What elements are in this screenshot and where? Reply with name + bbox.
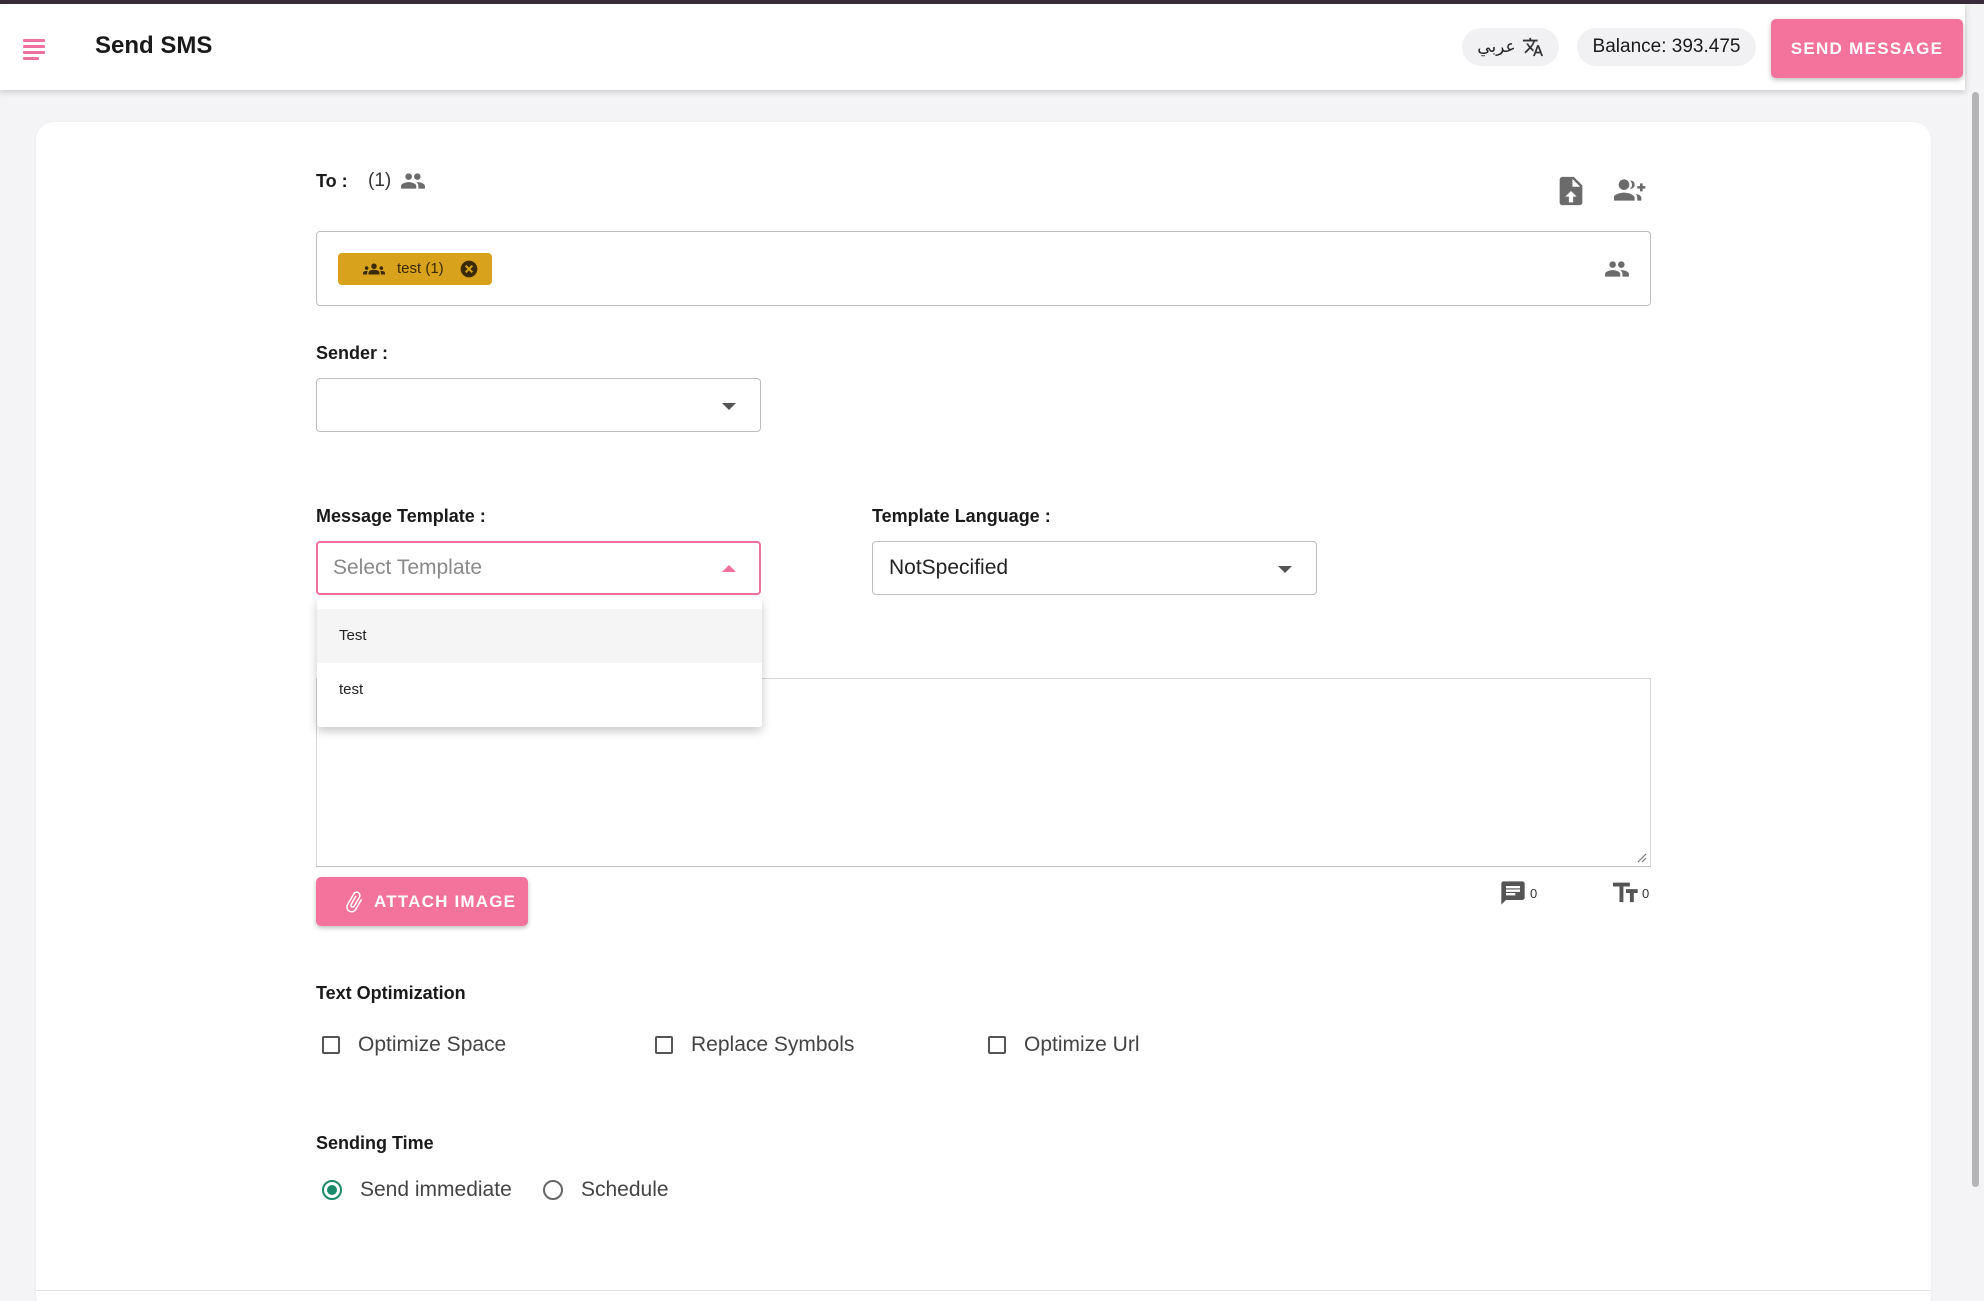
chevron-down-icon: [722, 403, 736, 410]
message-template-select[interactable]: Select Template: [316, 541, 761, 595]
message-template-label: Message Template :: [316, 506, 486, 526]
attach-image-label: ATTACH IMAGE: [374, 891, 517, 911]
language-label: عربي: [1477, 37, 1516, 56]
add-group-icon[interactable]: [1614, 174, 1650, 206]
template-option[interactable]: Test: [317, 609, 762, 663]
checkbox-box[interactable]: [655, 1036, 673, 1054]
replace-symbols-checkbox[interactable]: Replace Symbols: [655, 1033, 854, 1057]
template-option[interactable]: test: [317, 663, 762, 717]
template-placeholder: Select Template: [333, 556, 483, 579]
character-count: 0: [1642, 886, 1650, 901]
checkbox-box[interactable]: [322, 1036, 340, 1054]
contacts-icon[interactable]: [1603, 256, 1631, 282]
group-icon: [401, 173, 425, 189]
groups-icon: [363, 263, 385, 275]
radio-button[interactable]: [543, 1180, 563, 1200]
recipients-input[interactable]: [316, 231, 1651, 306]
attach-image-button[interactable]: ATTACH IMAGE: [316, 877, 528, 926]
optimize-space-checkbox[interactable]: Optimize Space: [322, 1033, 506, 1057]
radio-button[interactable]: [322, 1180, 342, 1200]
message-count: 0: [1530, 886, 1538, 901]
translate-icon: [1522, 37, 1543, 57]
schedule-radio[interactable]: Schedule: [543, 1178, 669, 1202]
sender-select[interactable]: [316, 378, 761, 432]
text-optimization-label: Text Optimization: [316, 983, 466, 1003]
paperclip-icon: [346, 890, 363, 913]
template-language-select[interactable]: NotSpecified: [872, 541, 1317, 595]
balance-badge: Balance: 393.475: [1577, 28, 1756, 66]
chevron-up-icon: [722, 565, 736, 572]
chevron-down-icon: [1278, 566, 1292, 573]
app-header: Send SMS عربي Balance: 393.475 SEND MESS…: [0, 4, 1965, 90]
template-language-value: NotSpecified: [889, 556, 1009, 579]
recipient-group-chip[interactable]: test (1): [338, 253, 492, 285]
chip-label: test (1): [397, 260, 444, 277]
send-message-button[interactable]: SEND MESSAGE: [1771, 19, 1963, 78]
message-count-icon: [1501, 881, 1525, 905]
checkbox-box[interactable]: [988, 1036, 1006, 1054]
to-label: To :: [316, 171, 348, 191]
sender-label: Sender :: [316, 343, 389, 363]
menu-icon[interactable]: [23, 37, 49, 61]
card-divider: [36, 1290, 1931, 1291]
template-dropdown-menu: Test test: [317, 598, 762, 727]
upload-file-icon[interactable]: [1554, 174, 1588, 208]
send-immediate-radio[interactable]: Send immediate: [322, 1178, 512, 1202]
page-title: Send SMS: [95, 32, 213, 59]
text-size-icon: [1613, 882, 1638, 903]
resize-grip-icon[interactable]: [1635, 851, 1647, 863]
language-toggle-button[interactable]: عربي: [1462, 28, 1559, 66]
recipient-count: (1): [368, 170, 392, 191]
scrollbar-thumb[interactable]: [1972, 92, 1979, 1187]
optimize-url-checkbox[interactable]: Optimize Url: [988, 1033, 1140, 1057]
template-language-label: Template Language :: [872, 506, 1051, 526]
remove-chip-icon[interactable]: [459, 259, 479, 279]
sending-time-label: Sending Time: [316, 1133, 434, 1153]
